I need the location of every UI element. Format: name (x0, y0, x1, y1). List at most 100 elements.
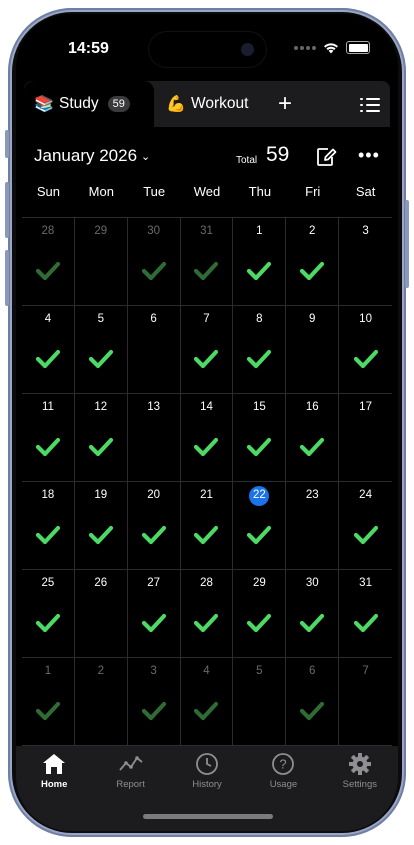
screen: 14:59 📚 Study 59 💪 Workout + January 202… (16, 14, 398, 831)
calendar-day[interactable]: 7 (339, 658, 392, 746)
checkmark-icon (35, 525, 61, 545)
checkmark-icon (194, 437, 219, 457)
calendar-day[interactable]: 8 (233, 306, 287, 394)
calendar-day[interactable]: 11 (22, 394, 75, 482)
day-number: 27 (147, 577, 161, 589)
month-selector[interactable]: January 2026 ⌄ (34, 146, 150, 166)
list-menu-icon[interactable] (360, 97, 380, 113)
more-icon[interactable]: ••• (358, 146, 380, 164)
calendar-day[interactable]: 1 (22, 658, 75, 746)
day-number: 1 (256, 225, 263, 237)
nav-home[interactable]: Home (16, 746, 92, 802)
calendar-day[interactable]: 6 (127, 306, 181, 394)
calendar-day[interactable]: 4 (22, 306, 75, 394)
tab-study[interactable]: 📚 Study 59 (24, 81, 154, 127)
calendar-day[interactable]: 14 (180, 394, 234, 482)
calendar-day[interactable]: 16 (286, 394, 340, 482)
calendar-day[interactable]: 4 (180, 658, 234, 746)
checkmark-icon (247, 261, 272, 281)
status-icons (294, 41, 370, 54)
nav-settings[interactable]: Settings (322, 746, 398, 802)
calendar-day-today[interactable]: 22 (233, 482, 287, 570)
tab-label: Study (59, 95, 99, 112)
tab-workout[interactable]: 💪 Workout (166, 81, 248, 127)
calendar-day[interactable]: 3 (127, 658, 181, 746)
battery-icon (346, 41, 370, 54)
calendar-day[interactable]: 17 (339, 394, 392, 482)
nav-label: Home (41, 779, 68, 790)
day-number: 16 (305, 401, 319, 413)
calendar-day[interactable]: 28 (180, 570, 234, 658)
day-number: 13 (147, 401, 161, 413)
checkmark-icon (194, 349, 219, 369)
calendar-day[interactable]: 23 (286, 482, 340, 570)
tab-bar: 📚 Study 59 💪 Workout + (24, 81, 390, 127)
calendar-day[interactable]: 30 (127, 218, 181, 306)
calendar-day[interactable]: 12 (74, 394, 128, 482)
calendar-day[interactable]: 10 (339, 306, 392, 394)
calendar-day[interactable]: 7 (180, 306, 234, 394)
add-tab-button[interactable]: + (278, 90, 292, 118)
settings-icon (348, 753, 371, 775)
checkmark-icon (300, 261, 325, 281)
chevron-down-icon: ⌄ (141, 151, 151, 163)
calendar-day[interactable]: 31 (180, 218, 234, 306)
home-indicator (143, 814, 273, 819)
edit-icon[interactable] (315, 146, 337, 168)
calendar-day[interactable]: 9 (286, 306, 340, 394)
calendar-day[interactable]: 29 (74, 218, 128, 306)
weekday-label: Fri (305, 184, 321, 199)
day-number: 17 (359, 401, 372, 413)
calendar-day[interactable]: 31 (339, 570, 392, 658)
day-number: 28 (200, 577, 213, 589)
weekday-row: Sun Mon Tue Wed Thu Fri Sat (22, 184, 392, 210)
checkmark-icon (194, 261, 219, 281)
signal-icon (294, 45, 316, 50)
calendar-day[interactable]: 13 (127, 394, 181, 482)
day-number: 4 (44, 313, 52, 325)
day-number: 14 (200, 401, 213, 413)
calendar-day[interactable]: 29 (233, 570, 287, 658)
calendar-day[interactable]: 20 (127, 482, 181, 570)
calendar-day[interactable]: 19 (74, 482, 128, 570)
day-number: 5 (256, 665, 263, 677)
calendar-day[interactable]: 2 (286, 218, 340, 306)
day-number: 24 (359, 489, 372, 501)
day-number: 18 (41, 489, 55, 501)
day-number: 31 (359, 577, 372, 589)
calendar-day[interactable]: 5 (74, 306, 128, 394)
nav-usage[interactable]: ? Usage (245, 746, 321, 802)
checkmark-icon (35, 437, 61, 457)
day-number: 29 (94, 225, 108, 237)
calendar-day[interactable]: 27 (127, 570, 181, 658)
calendar-day[interactable]: 15 (233, 394, 287, 482)
nav-label: Usage (269, 779, 298, 790)
status-time: 14:59 (68, 40, 109, 57)
checkmark-icon (353, 613, 378, 633)
checkmark-icon (247, 437, 272, 457)
day-number: 6 (309, 665, 316, 677)
calendar-day[interactable]: 25 (22, 570, 75, 658)
checkmark-icon (194, 701, 219, 721)
calendar-day[interactable]: 6 (286, 658, 340, 746)
calendar-day[interactable]: 18 (22, 482, 75, 570)
calendar-day[interactable]: 30 (286, 570, 340, 658)
day-number: 29 (252, 577, 266, 589)
calendar-day[interactable]: 24 (339, 482, 392, 570)
nav-history[interactable]: History (169, 746, 245, 802)
day-number: 8 (256, 313, 263, 325)
calendar-day[interactable]: 3 (339, 218, 392, 306)
calendar-day[interactable]: 2 (74, 658, 128, 746)
calendar-day[interactable]: 5 (233, 658, 287, 746)
calendar-day[interactable]: 28 (22, 218, 75, 306)
calendar-day[interactable]: 21 (180, 482, 234, 570)
calendar-day[interactable]: 1 (233, 218, 287, 306)
day-number: 5 (97, 313, 104, 325)
checkmark-icon (88, 437, 113, 457)
checkmark-icon (194, 613, 219, 633)
usage-icon: ? (272, 753, 295, 775)
nav-report[interactable]: Report (92, 746, 168, 802)
calendar-day[interactable]: 26 (74, 570, 128, 658)
total-value: 59 (266, 143, 290, 166)
weekday-label: Thu (248, 184, 272, 199)
